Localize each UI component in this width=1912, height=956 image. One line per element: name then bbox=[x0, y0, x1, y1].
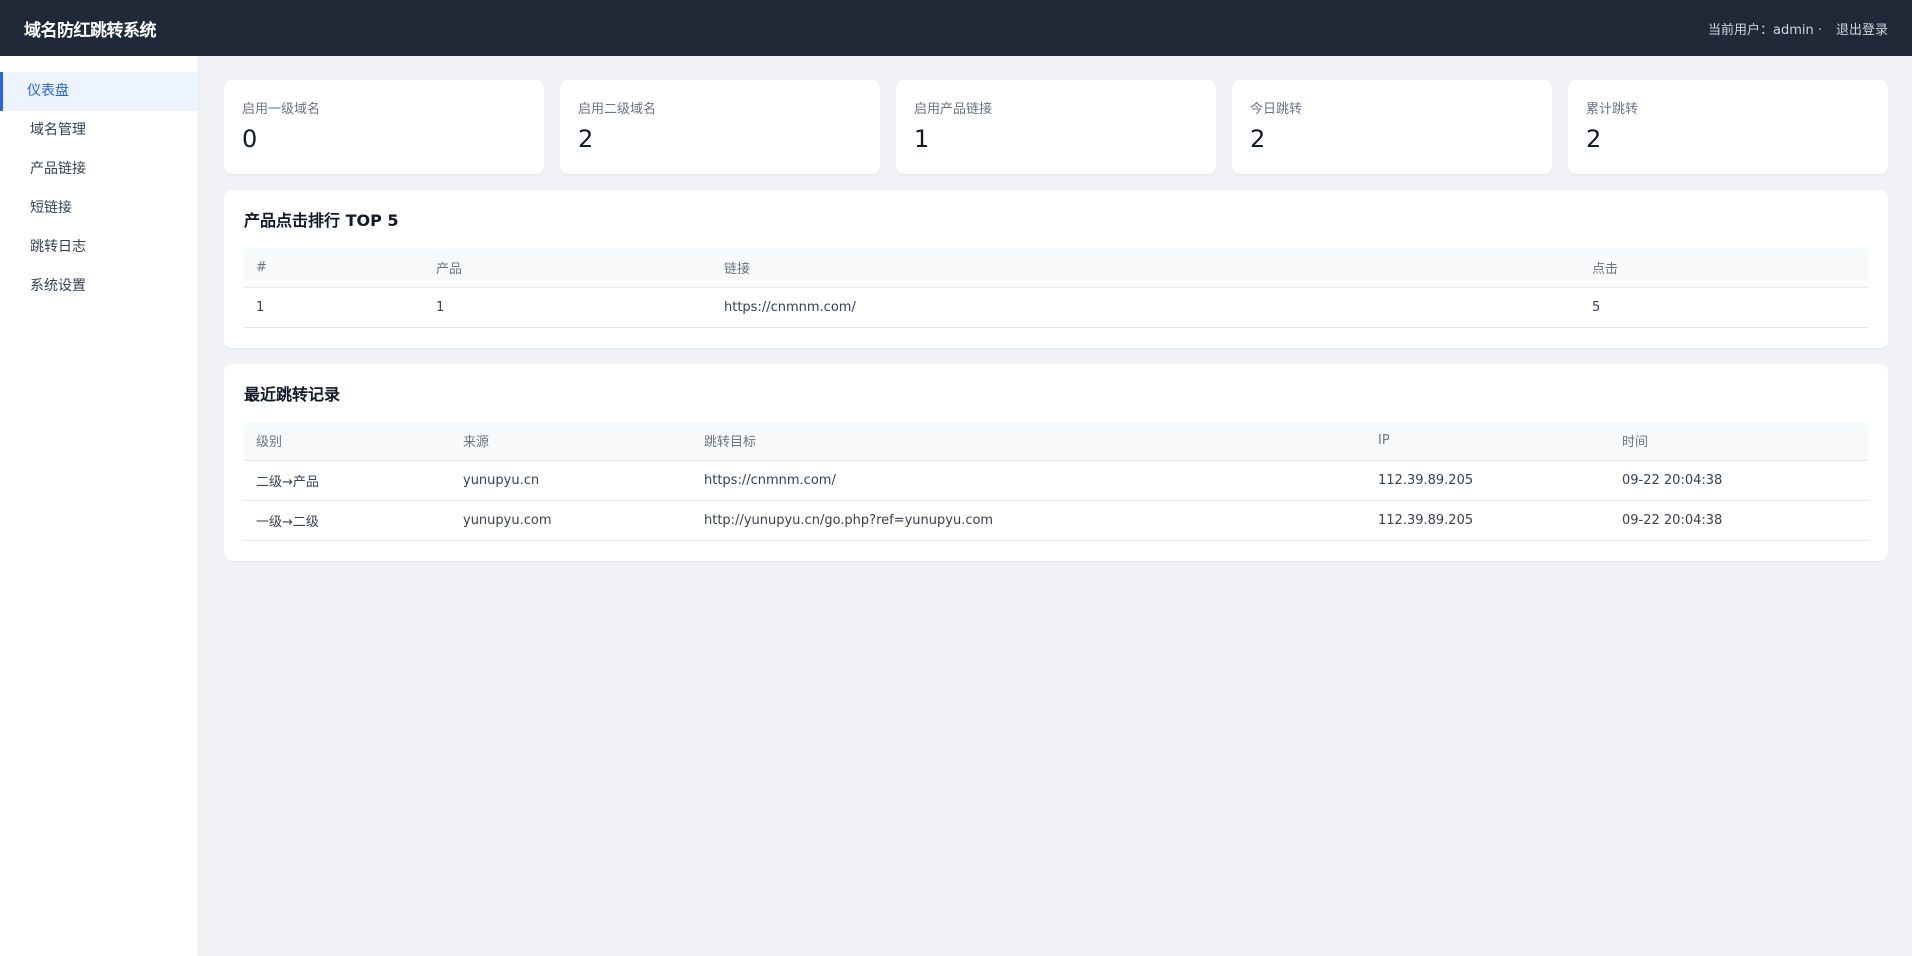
table-cell: 1 bbox=[244, 287, 424, 328]
top-products-table: # 产品 链接 点击 1 1 https://cnmnm.com/ 5 bbox=[244, 248, 1868, 328]
panel-title: 产品点击排行 TOP 5 bbox=[244, 211, 399, 230]
table-cell: 112.39.89.205 bbox=[1366, 460, 1610, 501]
table-cell: 09-22 20:04:38 bbox=[1610, 460, 1868, 501]
column-header: 时间 bbox=[1610, 421, 1868, 461]
stat-card-total-redirects: 累计跳转 2 bbox=[1568, 80, 1888, 174]
column-header: 来源 bbox=[451, 421, 692, 461]
sidebar-item-redirect-logs[interactable]: 跳转日志 bbox=[0, 228, 198, 267]
stat-label: 启用一级域名 bbox=[242, 102, 321, 117]
table-cell: http://yunupyu.cn/go.php?ref=yunupyu.com bbox=[692, 500, 1366, 541]
column-header: 链接 bbox=[712, 248, 1580, 288]
table-row: 一级→二级 yunupyu.com http://yunupyu.cn/go.p… bbox=[244, 500, 1868, 541]
stat-label: 启用产品链接 bbox=[914, 102, 993, 117]
stats-row: 启用一级域名 0 启用二级域名 2 启用产品链接 1 今日跳转 2 累计跳转 2 bbox=[224, 80, 1888, 174]
table-cell: 09-22 20:04:38 bbox=[1610, 500, 1868, 541]
sidebar-item-short-links[interactable]: 短链接 bbox=[0, 189, 198, 228]
table-cell: 5 bbox=[1580, 287, 1868, 328]
panel-title: 最近跳转记录 bbox=[244, 384, 341, 404]
app-title: 域名防红跳转系统 bbox=[24, 20, 157, 41]
stat-card-secondary-domains: 启用二级域名 2 bbox=[560, 80, 880, 174]
stat-label: 启用二级域名 bbox=[578, 102, 657, 117]
table-cell: 二级→产品 bbox=[244, 460, 451, 501]
table-row: 二级→产品 yunupyu.cn https://cnmnm.com/ 112.… bbox=[244, 460, 1868, 501]
stat-value: 1 bbox=[914, 125, 930, 153]
table-cell: yunupyu.com bbox=[451, 500, 692, 541]
table-cell: 1 bbox=[424, 287, 712, 328]
table-cell: https://cnmnm.com/ bbox=[712, 287, 1580, 328]
column-header: IP bbox=[1366, 421, 1610, 461]
stat-label: 今日跳转 bbox=[1250, 102, 1303, 117]
stat-value: 0 bbox=[242, 125, 258, 153]
table-cell: https://cnmnm.com/ bbox=[692, 460, 1366, 501]
table-cell: 一级→二级 bbox=[244, 500, 451, 541]
stat-card-primary-domains: 启用一级域名 0 bbox=[224, 80, 544, 174]
current-user-text: 当前用户：admin · bbox=[1707, 22, 1822, 38]
user-area: 当前用户：admin · 退出登录 bbox=[1708, 19, 1888, 38]
sidebar: 仪表盘 域名管理 产品链接 短链接 跳转日志 系统设置 bbox=[0, 56, 199, 956]
stat-card-product-links: 启用产品链接 1 bbox=[896, 80, 1216, 174]
sidebar-item-product-links[interactable]: 产品链接 bbox=[0, 150, 198, 189]
table-cell: 112.39.89.205 bbox=[1366, 500, 1610, 541]
table-row: 1 1 https://cnmnm.com/ 5 bbox=[244, 287, 1868, 328]
column-header: 产品 bbox=[424, 248, 712, 288]
top-bar: 域名防红跳转系统 当前用户：admin · 退出登录 bbox=[0, 0, 1912, 56]
stat-label: 累计跳转 bbox=[1586, 102, 1639, 117]
stat-value: 2 bbox=[578, 125, 594, 153]
column-header: 点击 bbox=[1580, 248, 1868, 288]
recent-redirects-panel: 最近跳转记录 级别 来源 跳转目标 IP 时间 二级→产品 yunupyu.cn… bbox=[224, 363, 1888, 561]
column-header: 级别 bbox=[244, 421, 451, 461]
sidebar-item-settings[interactable]: 系统设置 bbox=[0, 267, 198, 306]
column-header: 跳转目标 bbox=[692, 421, 1366, 461]
stat-value: 2 bbox=[1586, 125, 1602, 153]
main-content: 启用一级域名 0 启用二级域名 2 启用产品链接 1 今日跳转 2 累计跳转 2… bbox=[224, 80, 1888, 561]
stat-value: 2 bbox=[1250, 125, 1266, 153]
table-header-row: # 产品 链接 点击 bbox=[244, 248, 1868, 288]
sidebar-item-dashboard[interactable]: 仪表盘 bbox=[0, 72, 198, 111]
column-header: # bbox=[244, 248, 424, 288]
logout-link[interactable]: 退出登录 bbox=[1836, 19, 1888, 38]
sidebar-item-domains[interactable]: 域名管理 bbox=[0, 111, 198, 150]
recent-redirects-table: 级别 来源 跳转目标 IP 时间 二级→产品 yunupyu.cn https:… bbox=[244, 421, 1868, 541]
table-cell: yunupyu.cn bbox=[451, 460, 692, 501]
top-products-panel: 产品点击排行 TOP 5 # 产品 链接 点击 1 1 https://cnmn… bbox=[224, 190, 1888, 348]
table-header-row: 级别 来源 跳转目标 IP 时间 bbox=[244, 421, 1868, 461]
stat-card-today-redirects: 今日跳转 2 bbox=[1232, 80, 1552, 174]
